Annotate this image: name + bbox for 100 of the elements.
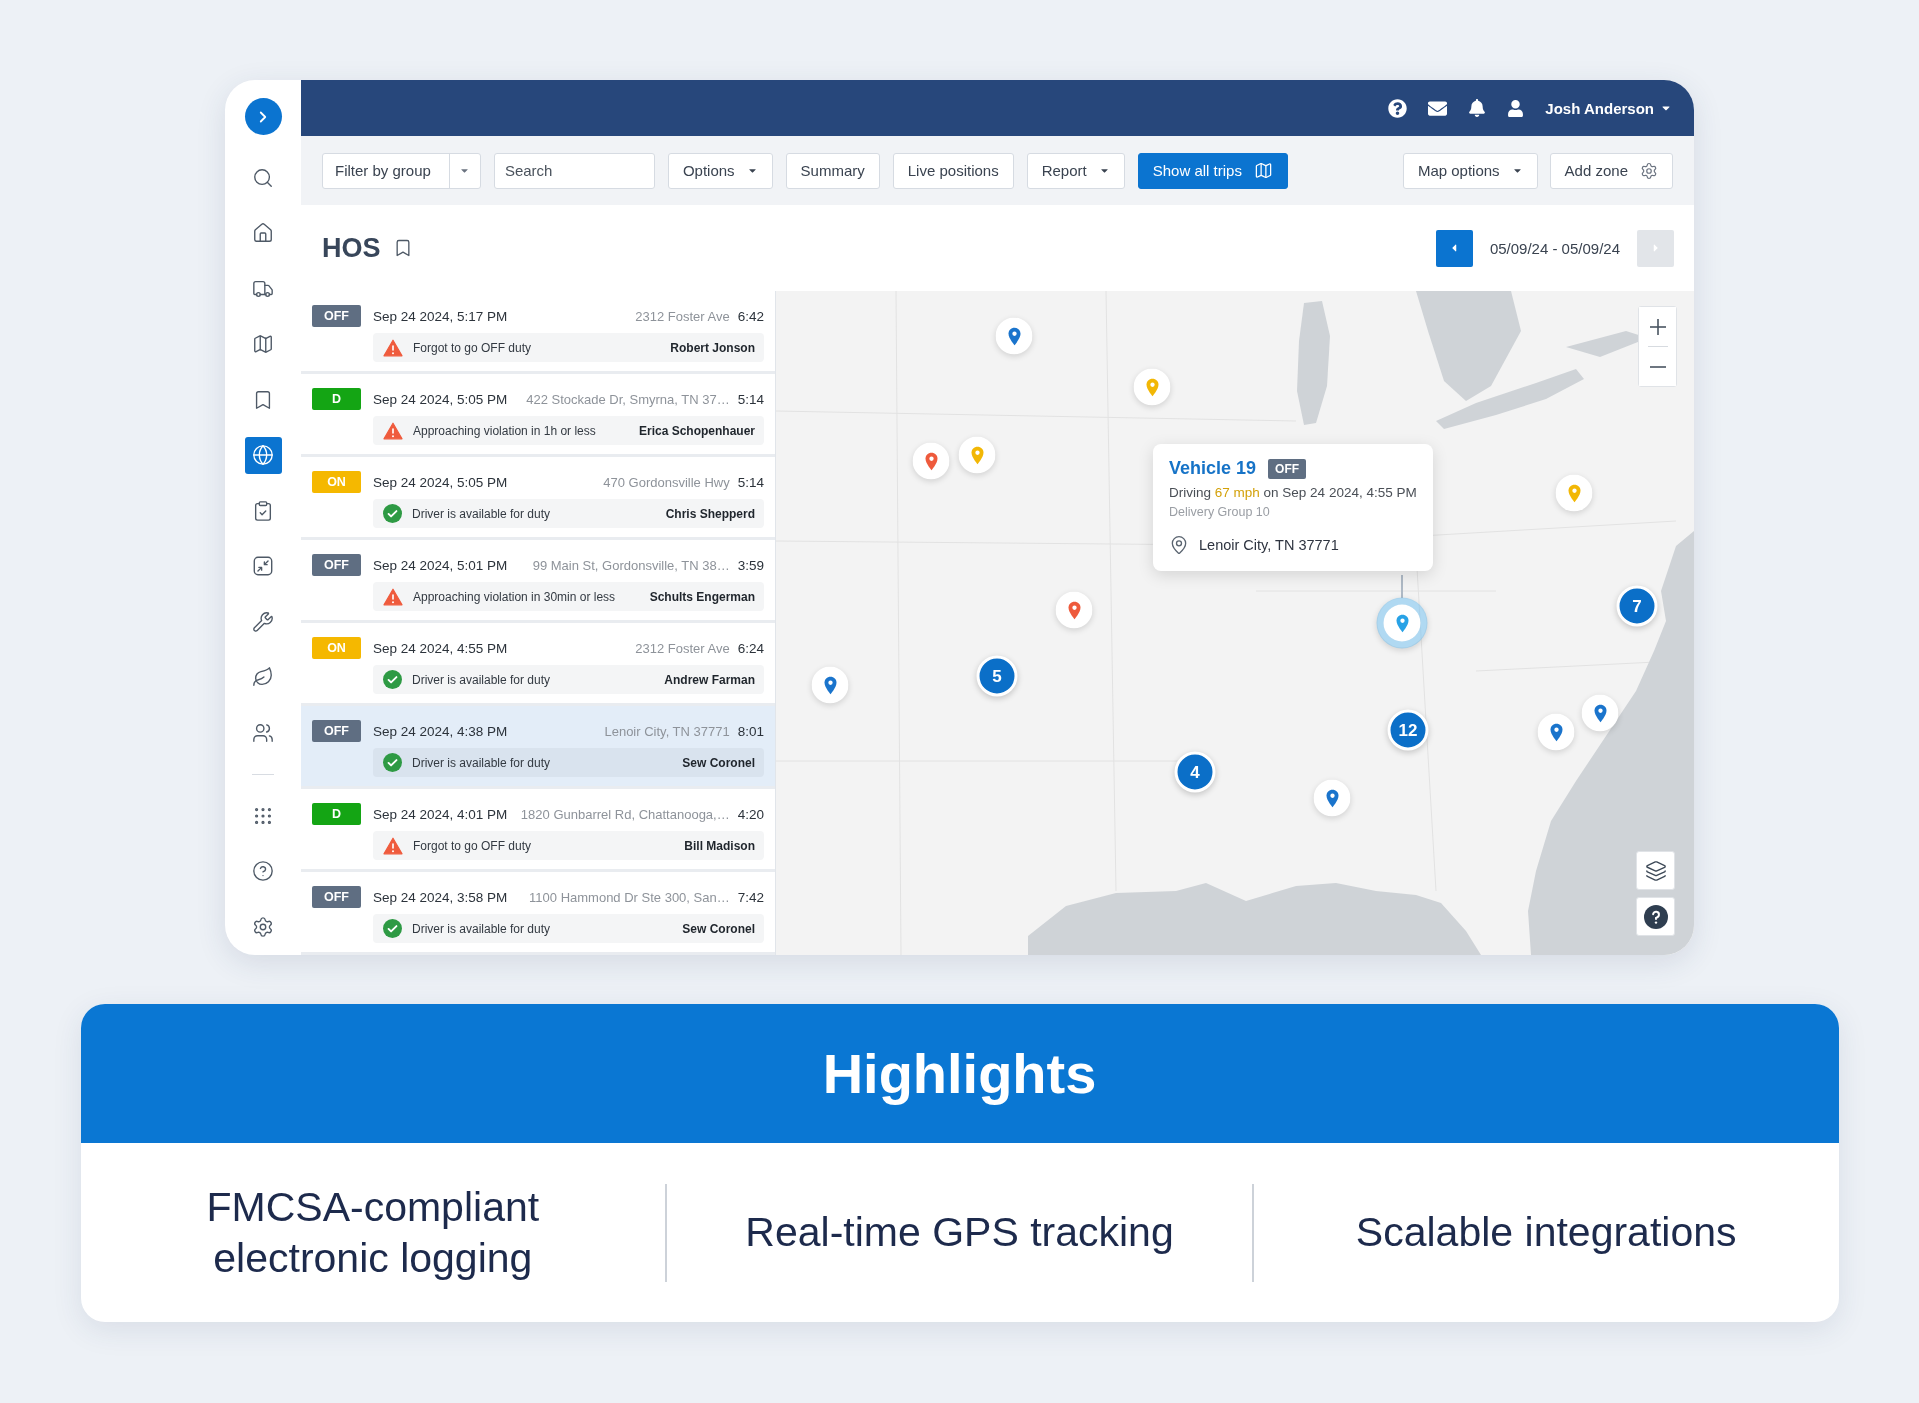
event-duration: 3:59 (737, 557, 764, 573)
driver-name: Schults Engerman (648, 589, 755, 604)
minus-icon (1649, 365, 1666, 368)
status-badge: OFF (312, 720, 361, 742)
event-address: 1820 Gunbarrel Rd, Chattanooga,… (519, 806, 730, 822)
search-icon (252, 166, 274, 189)
status-badge: OFF (312, 886, 361, 908)
wrench-icon (252, 610, 274, 633)
leaf-icon (252, 666, 274, 688)
plus-icon (1649, 318, 1666, 335)
alert-message: Driver is available for duty (412, 921, 551, 936)
settings-icon (1640, 161, 1658, 180)
event-address: 2312 Foster Ave (634, 308, 730, 324)
status-badge: OFF (312, 554, 361, 576)
event-row[interactable]: D Sep 24 2024, 4:01 PM 1820 Gunbarrel Rd, Chattanooga,… 4:20 Forgot to go OFF duty Bill Madison (301, 789, 775, 869)
date-range: 05/09/24 - 05/09/24 (1489, 239, 1620, 257)
primary-button[interactable]: Show all trips (1137, 152, 1288, 189)
driver-name: Chris Shepperd (664, 506, 755, 521)
help-icon (1643, 904, 1668, 929)
warning-icon (383, 338, 403, 357)
globe-icon (252, 444, 274, 466)
user-menu[interactable]: Josh Anderson (1545, 99, 1672, 117)
event-time: Sep 24 2024, 5:17 PM (373, 308, 508, 324)
check-icon (383, 919, 402, 938)
alert-message: Driver is available for duty (412, 506, 551, 521)
event-row[interactable]: OFF Sep 24 2024, 3:58 PM 1100 Hammond Dr Ste 300, San… 7:42 Driver is available for duty Sew Coronel (301, 872, 775, 952)
event-row[interactable]: ON Sep 24 2024, 4:55 PM 2312 Foster Ave 6:24 Driver is available for duty Andrew Farman (301, 623, 775, 703)
page-title: HOS (322, 232, 381, 264)
settings-icon (252, 915, 274, 938)
toolbar-button[interactable]: Live positions (892, 152, 1014, 189)
event-duration: 6:42 (737, 308, 764, 324)
check-icon (383, 504, 402, 523)
dropdown-button[interactable]: Report (1026, 152, 1125, 189)
check-icon (383, 753, 402, 772)
layers-button[interactable] (1636, 851, 1675, 890)
mail-icon[interactable] (1428, 98, 1448, 118)
home-icon (252, 222, 274, 244)
dropdown-button[interactable]: Map options (1402, 152, 1538, 189)
event-address: Lenoir City, TN 37771 (603, 723, 730, 739)
check-icon (383, 670, 402, 689)
event-time: Sep 24 2024, 3:58 PM (373, 889, 508, 905)
highlights-title: Highlights (822, 1041, 1097, 1106)
dropdown-button[interactable]: Options (667, 152, 773, 189)
previous-button[interactable] (1435, 229, 1473, 267)
event-time: Sep 24 2024, 5:05 PM (373, 474, 508, 490)
group-filter-select[interactable]: Filter by group (322, 152, 481, 189)
driver-name: Andrew Farman (663, 672, 755, 687)
expand-button[interactable] (244, 98, 282, 135)
status-badge: D (312, 803, 361, 825)
event-address: 1100 Hammond Dr Ste 300, San… (528, 889, 730, 905)
driver-name: Bill Madison (683, 838, 755, 853)
event-address: 470 Gordonsville Hwy (602, 474, 730, 490)
status-badge: ON (312, 471, 361, 493)
sidebar-item[interactable] (244, 436, 282, 474)
help-button[interactable] (1636, 897, 1675, 936)
alert-message: Forgot to go OFF duty (413, 340, 532, 355)
event-time: Sep 24 2024, 4:01 PM (373, 806, 508, 822)
toolbar-button[interactable]: Summary (785, 152, 880, 189)
map-icon (1253, 161, 1273, 180)
status-badge: OFF (1268, 458, 1307, 479)
alert-message: Forgot to go OFF duty (413, 838, 532, 853)
event-duration: 7:42 (737, 889, 764, 905)
event-time: Sep 24 2024, 4:55 PM (373, 640, 508, 656)
warning-icon (383, 836, 403, 855)
event-row[interactable]: OFF Sep 24 2024, 4:38 PM Lenoir City, TN 37771 8:01 Driver is available for duty Sew Coronel (301, 706, 775, 786)
event-time: Sep 24 2024, 5:05 PM (373, 391, 508, 407)
event-duration: 5:14 (737, 474, 764, 490)
alert-message: Driver is available for duty (412, 672, 551, 687)
location-text: Lenoir City, TN 37771 (1199, 537, 1339, 553)
driver-name: Erica Schopenhauer (637, 423, 755, 438)
status-badge: OFF (312, 305, 361, 327)
layers-icon (1644, 859, 1667, 882)
status-badge: ON (312, 637, 361, 659)
event-time: Sep 24 2024, 5:01 PM (373, 557, 508, 573)
search-field[interactable]: Search (493, 152, 655, 189)
clipboard-check-icon (252, 499, 274, 522)
driver-name: Sew Coronel (681, 755, 755, 770)
event-row[interactable]: D Sep 24 2024, 5:05 PM 422 Stockade Dr, Smyrna, TN 37… 5:14 Approaching violation in 1h or less Erica Schopenhauer (301, 374, 775, 454)
driver-name: Robert Jonson (669, 340, 755, 355)
feature-text: Real-time GPS tracking (745, 1208, 1174, 1258)
trip-status-text: Driving 67 mph on Sep 24 2024, 4:55 PM (1169, 485, 1417, 500)
event-row[interactable]: ON Sep 24 2024, 5:05 PM 470 Gordonsville Hwy 5:14 Driver is available for duty Chris Shepperd (301, 457, 775, 537)
alert-message: Approaching violation in 1h or less (413, 423, 596, 438)
user-icon[interactable] (1507, 99, 1525, 117)
event-row[interactable]: OFF Sep 24 2024, 5:01 PM 99 Main St, Gordonsville, TN 38… 3:59 Approaching violation in 30min or less Schults Engerman (301, 540, 775, 620)
event-address: 422 Stockade Dr, Smyrna, TN 37… (525, 391, 730, 407)
toolbar-button[interactable]: Add zone (1549, 152, 1673, 189)
leader-line (1401, 575, 1403, 598)
help-icon[interactable] (1388, 98, 1408, 118)
event-duration: 5:14 (737, 391, 764, 407)
map-icon (252, 333, 274, 355)
bell-icon[interactable] (1468, 99, 1487, 117)
feature-text: Scalable integrations (1355, 1208, 1737, 1258)
users-icon (252, 721, 274, 744)
vehicle-name: Vehicle 19 (1169, 458, 1257, 479)
warning-icon (383, 587, 403, 606)
event-time: Sep 24 2024, 4:38 PM (373, 723, 508, 739)
event-row[interactable]: OFF Sep 24 2024, 5:17 PM 2312 Foster Ave 6:42 Forgot to go OFF duty Robert Jonson (301, 291, 775, 371)
event-duration: 6:24 (737, 640, 764, 656)
event-duration: 8:01 (737, 723, 764, 739)
